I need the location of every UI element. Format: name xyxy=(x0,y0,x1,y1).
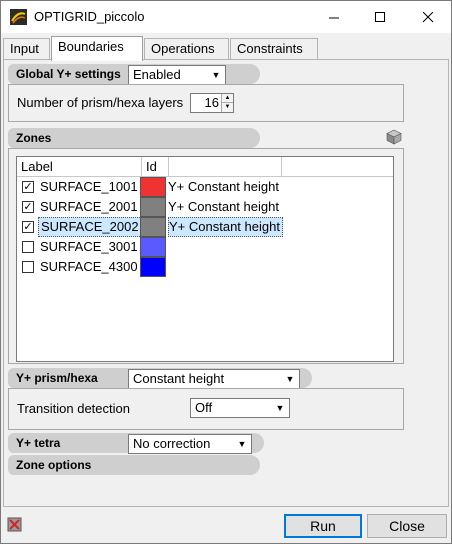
chevron-down-icon: ▼ xyxy=(237,439,247,449)
column-mode[interactable] xyxy=(169,157,282,177)
boundaries-panel: Global Y+ settings Enabled ▼ Number of p… xyxy=(3,59,449,507)
spin-up-icon[interactable]: ▲ xyxy=(221,94,233,103)
maximize-button[interactable] xyxy=(357,1,403,33)
zone-options-title: Zone options xyxy=(16,458,92,472)
tab-operations[interactable]: Operations xyxy=(144,38,229,60)
row-checkbox[interactable] xyxy=(22,241,34,253)
zone-color-swatch[interactable] xyxy=(140,237,166,257)
zone-mode: Y+ Constant height xyxy=(168,199,279,214)
minimize-button[interactable] xyxy=(311,1,357,33)
spin-down-icon[interactable]: ▼ xyxy=(221,103,233,112)
close-window-button[interactable] xyxy=(405,1,451,33)
run-button[interactable]: Run xyxy=(284,514,362,538)
zone-color-swatch[interactable] xyxy=(140,197,166,217)
transition-label: Transition detection xyxy=(17,401,130,416)
yplus-prism-value: Constant height xyxy=(133,371,225,386)
close-button[interactable]: Close xyxy=(367,514,447,538)
yplus-prism-select[interactable]: Constant height ▼ xyxy=(128,369,300,389)
transition-select[interactable]: Off ▼ xyxy=(190,398,290,418)
zones-table: Label Id ✓ SURFACE_1001 Y+ Constant heig… xyxy=(16,156,394,362)
yplus-tetra-title: Y+ tetra xyxy=(16,436,61,450)
global-yplus-value: Enabled xyxy=(133,67,181,82)
layers-label: Number of prism/hexa layers xyxy=(17,95,184,110)
zones-header: Zones xyxy=(8,128,260,148)
yplus-tetra-select[interactable]: No correction ▼ xyxy=(128,434,252,454)
layers-spinner[interactable]: 16 ▲ ▼ xyxy=(190,93,234,113)
row-checkbox[interactable]: ✓ xyxy=(22,181,34,193)
table-row[interactable]: SURFACE_3001 xyxy=(17,237,393,257)
maximize-icon xyxy=(374,11,385,22)
global-yplus-select[interactable]: Enabled ▼ xyxy=(128,65,226,85)
zone-label: SURFACE_2002 xyxy=(38,217,142,237)
zone-label: SURFACE_1001 xyxy=(40,179,138,194)
column-label[interactable]: Label xyxy=(17,157,142,177)
row-checkbox[interactable]: ✓ xyxy=(22,221,34,233)
zone-label: SURFACE_3001 xyxy=(40,239,138,254)
global-yplus-title: Global Y+ settings xyxy=(16,67,121,81)
zone-color-swatch[interactable] xyxy=(140,217,166,237)
cube-icon[interactable] xyxy=(386,129,402,145)
reset-icon[interactable] xyxy=(7,517,22,532)
yplus-prism-title: Y+ prism/hexa xyxy=(16,371,98,385)
zone-label: SURFACE_2001 xyxy=(40,199,138,214)
tab-input[interactable]: Input xyxy=(3,38,50,60)
app-logo-icon xyxy=(10,9,27,25)
yplus-prism-box: Transition detection Off ▼ xyxy=(8,388,404,430)
row-checkbox[interactable] xyxy=(22,261,34,273)
tab-bar: Input Boundaries Operations Constraints xyxy=(3,36,449,61)
table-row[interactable]: ✓ SURFACE_2001 Y+ Constant height xyxy=(17,197,393,217)
zone-options-header[interactable]: Zone options xyxy=(8,455,260,475)
tab-boundaries[interactable]: Boundaries xyxy=(51,36,143,61)
zone-mode: Y+ Constant height xyxy=(168,179,279,194)
chevron-down-icon: ▼ xyxy=(285,374,295,384)
global-yplus-box: Number of prism/hexa layers 16 ▲ ▼ xyxy=(8,84,404,122)
title-bar: OPTIGRID_piccolo xyxy=(1,1,451,33)
zone-mode: Y+ Constant height xyxy=(168,217,283,237)
tab-constraints[interactable]: Constraints xyxy=(230,38,318,60)
chevron-down-icon: ▼ xyxy=(211,70,221,80)
yplus-tetra-value: No correction xyxy=(133,436,211,451)
zones-title: Zones xyxy=(16,131,52,145)
chevron-down-icon: ▼ xyxy=(275,403,285,413)
close-icon xyxy=(422,11,433,22)
zone-label: SURFACE_4300 xyxy=(40,259,138,274)
zones-table-header: Label Id xyxy=(17,157,393,177)
column-id[interactable]: Id xyxy=(142,157,169,177)
row-checkbox[interactable]: ✓ xyxy=(22,201,34,213)
transition-value: Off xyxy=(195,400,213,415)
zone-color-swatch[interactable] xyxy=(140,177,166,197)
table-row[interactable]: ✓ SURFACE_1001 Y+ Constant height xyxy=(17,177,393,197)
window-title: OPTIGRID_piccolo xyxy=(34,9,145,24)
minimize-icon xyxy=(328,17,339,18)
zone-color-swatch[interactable] xyxy=(140,257,166,277)
layers-value: 16 xyxy=(204,95,219,110)
table-row-selected[interactable]: ✓ SURFACE_2002 Y+ Constant height xyxy=(17,217,393,237)
main-window: OPTIGRID_piccolo Input Boundaries Operat… xyxy=(0,0,452,544)
table-row[interactable]: SURFACE_4300 xyxy=(17,257,393,277)
